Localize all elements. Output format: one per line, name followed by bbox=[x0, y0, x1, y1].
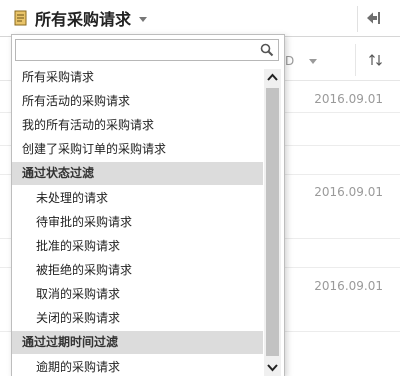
header-divider bbox=[357, 6, 358, 32]
list-item[interactable]: 未处理的请求 bbox=[12, 186, 263, 210]
sort-updown-icon[interactable] bbox=[368, 53, 384, 67]
column-header[interactable]: D bbox=[285, 54, 294, 68]
list-item[interactable]: 所有活动的采购请求 bbox=[12, 89, 263, 113]
back-arrow-icon[interactable] bbox=[364, 9, 382, 27]
list-item[interactable]: 待审批的采购请求 bbox=[12, 210, 263, 234]
scroll-thumb[interactable] bbox=[266, 88, 279, 356]
list-item[interactable]: 取消的采购请求 bbox=[12, 282, 263, 306]
list-item[interactable]: 批准的采购请求 bbox=[12, 234, 263, 258]
group-header: 通过状态过滤 bbox=[12, 162, 263, 185]
chevron-up-icon[interactable] bbox=[264, 69, 281, 86]
header-bar: 所有采购请求 bbox=[0, 0, 400, 37]
list-item[interactable]: 我的所有活动的采购请求 bbox=[12, 113, 263, 137]
view-dropdown: 所有采购请求 所有活动的采购请求 我的所有活动的采购请求 创建了采购订单的采购请… bbox=[11, 34, 285, 376]
view-selector[interactable]: 所有采购请求 bbox=[14, 6, 148, 30]
chevron-down-icon bbox=[139, 16, 148, 22]
chevron-down-icon bbox=[309, 59, 317, 64]
list-item[interactable]: 逾期的采购请求 bbox=[12, 355, 263, 376]
row-date: 2016.09.01 bbox=[314, 92, 383, 106]
list-item[interactable]: 被拒绝的采购请求 bbox=[12, 258, 263, 282]
search-input[interactable] bbox=[20, 41, 259, 61]
group-header: 通过过期时间过滤 bbox=[12, 331, 263, 354]
toolbar-divider bbox=[355, 44, 356, 76]
view-list: 所有采购请求 所有活动的采购请求 我的所有活动的采购请求 创建了采购订单的采购请… bbox=[12, 65, 263, 376]
scrollbar[interactable] bbox=[264, 69, 281, 376]
list-item[interactable]: 所有采购请求 bbox=[12, 65, 263, 89]
row-date: 2016.09.01 bbox=[314, 279, 383, 293]
document-icon bbox=[14, 10, 27, 26]
list-item[interactable]: 关闭的采购请求 bbox=[12, 306, 263, 330]
search-field[interactable] bbox=[15, 39, 279, 61]
page-title: 所有采购请求 bbox=[35, 10, 132, 29]
row-date: 2016.09.01 bbox=[314, 185, 383, 199]
list-item[interactable]: 创建了采购订单的采购请求 bbox=[12, 137, 263, 161]
chevron-down-icon[interactable] bbox=[264, 359, 281, 376]
search-icon[interactable] bbox=[260, 43, 274, 57]
